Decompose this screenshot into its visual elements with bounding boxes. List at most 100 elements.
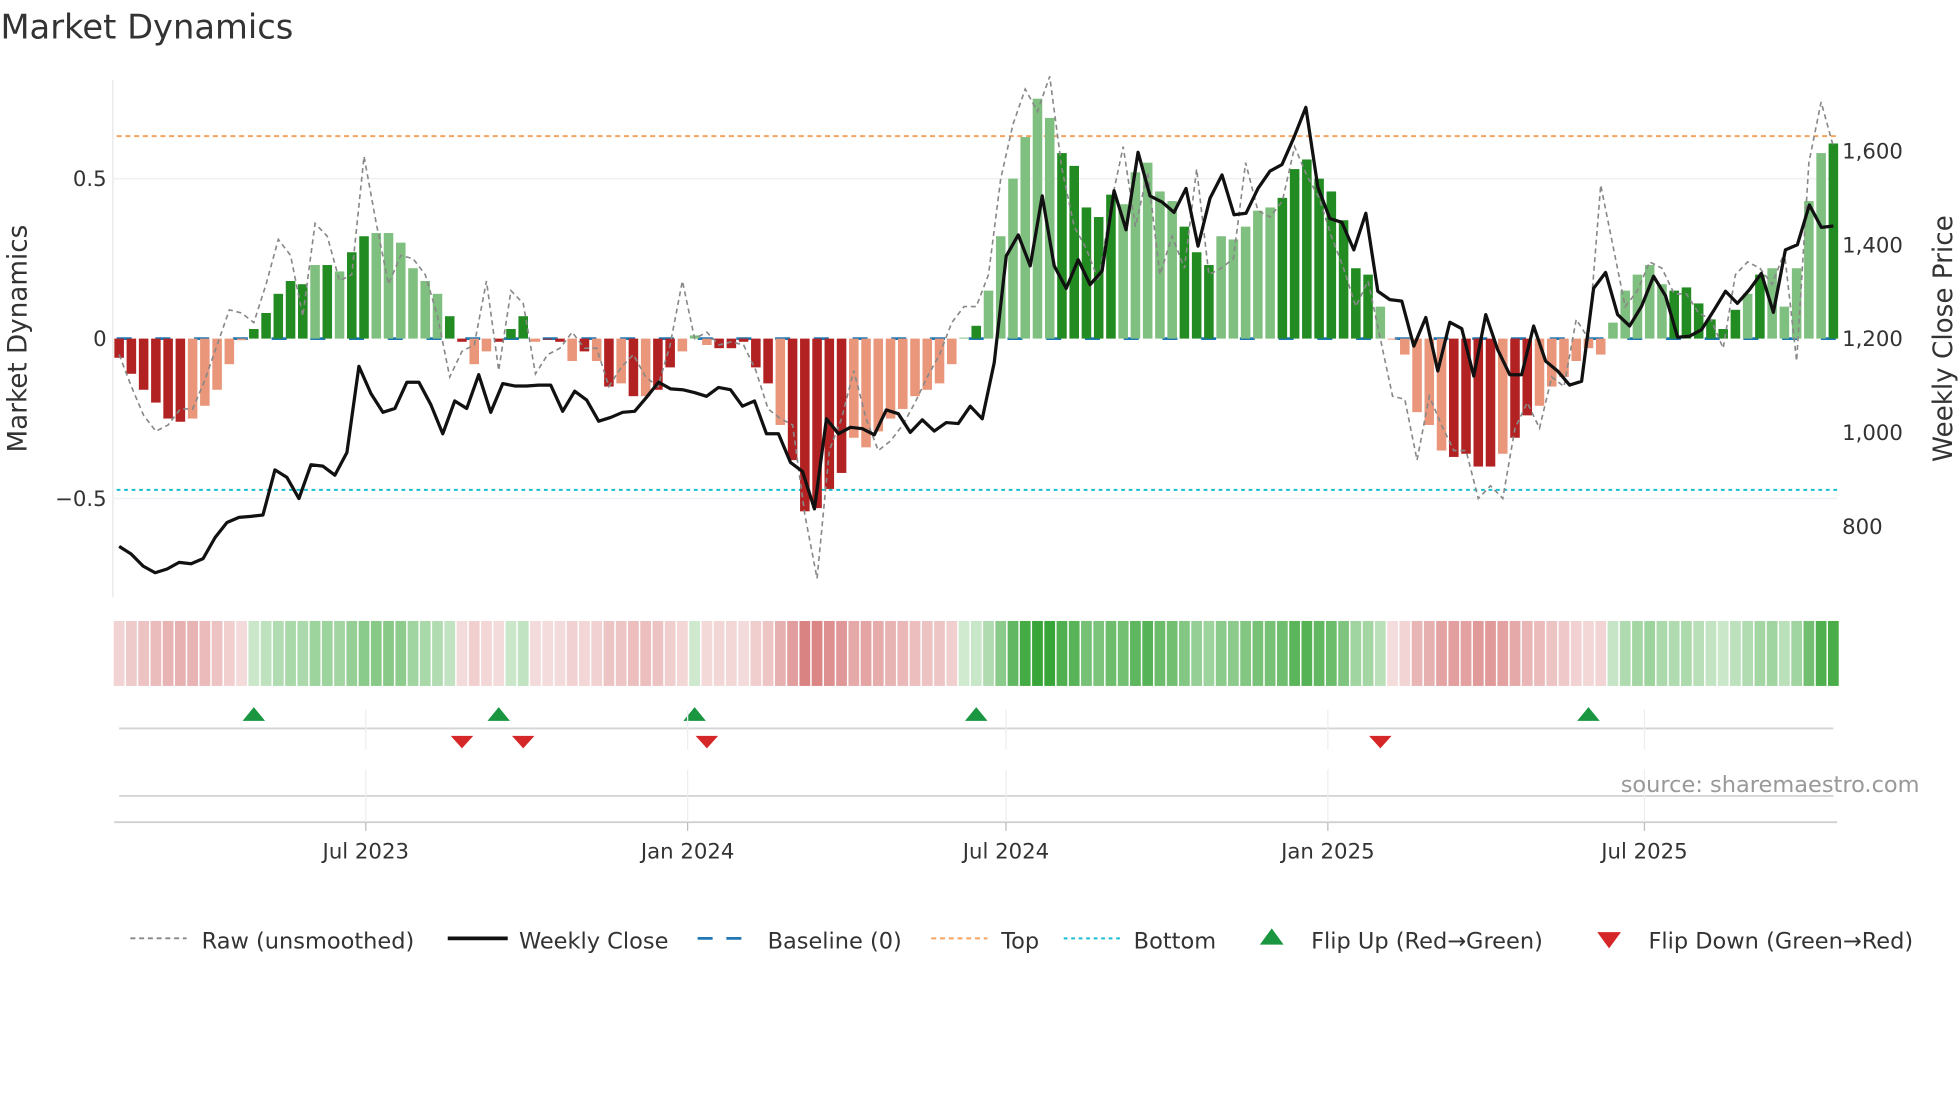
y2-tick-label: 1,200 [1842, 327, 1903, 352]
strip-cell [321, 620, 333, 686]
strip-cell [1521, 620, 1533, 686]
strip-cell [603, 620, 615, 686]
source-credit: source: sharemaestro.com [1621, 772, 1920, 798]
strip-cell [970, 620, 982, 686]
strip-cell [1081, 620, 1092, 686]
flip-markers [119, 707, 1834, 797]
momentum-bar [1718, 329, 1728, 339]
momentum-bar [518, 316, 528, 339]
momentum-bar [236, 338, 247, 341]
strip-cell [1546, 620, 1558, 686]
strip-cell [150, 620, 162, 686]
strip-cell [113, 620, 125, 686]
strip-cell [1436, 620, 1447, 686]
strip-cell [738, 620, 749, 686]
strip-cell [591, 620, 603, 686]
legend-flip-up-icon [1259, 928, 1284, 945]
strip-cell [1754, 620, 1766, 686]
strip-cell [1142, 620, 1154, 686]
momentum-bar [383, 233, 394, 339]
strip-cell [1056, 620, 1068, 686]
strip-cell [1619, 620, 1631, 686]
strip-cell [456, 620, 468, 686]
legend-label: Top [1000, 928, 1039, 954]
strip-cell [1632, 620, 1643, 686]
momentum-bar [1240, 226, 1251, 339]
strip-cell [1289, 620, 1300, 686]
momentum-bar [1742, 293, 1753, 339]
strip-cell [1730, 620, 1741, 686]
momentum-bar [481, 338, 492, 352]
legend-label: Weekly Close [519, 928, 668, 954]
momentum-bar [1302, 159, 1312, 339]
momentum-bar [787, 338, 798, 461]
momentum-bar [1559, 338, 1569, 377]
strip-cell [285, 620, 296, 686]
strip-cell [309, 620, 321, 686]
y2-tick-label: 1,000 [1842, 421, 1903, 446]
strip-cell [1325, 620, 1337, 686]
strip-cell [1607, 620, 1619, 686]
strip-cell [566, 620, 578, 686]
strip-cell [615, 620, 627, 686]
strip-cell [934, 620, 945, 686]
strip-cell [1215, 620, 1227, 686]
momentum-bar [457, 338, 467, 342]
legend-label: Bottom [1134, 928, 1216, 954]
strip-cell [1252, 620, 1264, 686]
momentum-bar [1191, 252, 1202, 339]
strip-cell [1742, 620, 1754, 686]
strip-cell [554, 620, 566, 686]
y-axis-label: Market Dynamics [4, 225, 34, 453]
momentum-bar [775, 338, 786, 425]
strip-cell [897, 620, 909, 686]
strip-cell [1448, 620, 1460, 686]
momentum-bar [567, 338, 577, 361]
momentum-bar [1289, 169, 1300, 339]
strip-cell [358, 620, 370, 686]
strip-cell [1191, 620, 1203, 686]
momentum-bar [640, 338, 651, 397]
momentum-bar [1400, 338, 1410, 355]
momentum-bar [1375, 306, 1386, 339]
y-tick-label: −0.5 [55, 487, 107, 512]
strip-cell [1068, 620, 1080, 686]
strip-cell [383, 620, 394, 686]
strip-cell [921, 620, 933, 686]
strip-cell [701, 620, 713, 686]
momentum-bar [1265, 207, 1275, 339]
strip-cell [811, 620, 823, 686]
momentum-bar [334, 271, 345, 339]
strip-cell [677, 620, 688, 686]
momentum-bar [763, 338, 773, 384]
momentum-bar [971, 325, 982, 339]
strip-cell [1803, 620, 1815, 686]
momentum-bar [1412, 338, 1422, 413]
strip-cell [640, 620, 652, 686]
strip-cell [493, 620, 505, 686]
strip-cell [1301, 620, 1313, 686]
strip-cell [1032, 620, 1043, 686]
strip-cell [1019, 620, 1031, 686]
strip-cell [1534, 620, 1545, 686]
strip-cell [725, 620, 737, 686]
momentum-bar [163, 338, 173, 419]
momentum-bar [1730, 309, 1741, 339]
strip-cell [530, 620, 541, 686]
flip-up-marker [487, 707, 510, 721]
strip-cell [762, 620, 774, 686]
legend: Raw (unsmoothed) Weekly Close Baseline (0)… [130, 928, 1913, 954]
strip-cell [395, 620, 407, 686]
strip-cell [1007, 620, 1019, 686]
strip-cell [1681, 620, 1692, 686]
momentum-bar [959, 337, 969, 339]
strip-cell [187, 620, 198, 686]
strip-cell [664, 620, 676, 686]
strip-cell [1705, 620, 1717, 686]
strip-cell [272, 620, 284, 686]
strip-cell [983, 620, 994, 686]
strip-cell [1387, 620, 1398, 686]
momentum-bar [138, 338, 149, 390]
strip-cell [1105, 620, 1117, 686]
momentum-bar [1167, 201, 1177, 339]
